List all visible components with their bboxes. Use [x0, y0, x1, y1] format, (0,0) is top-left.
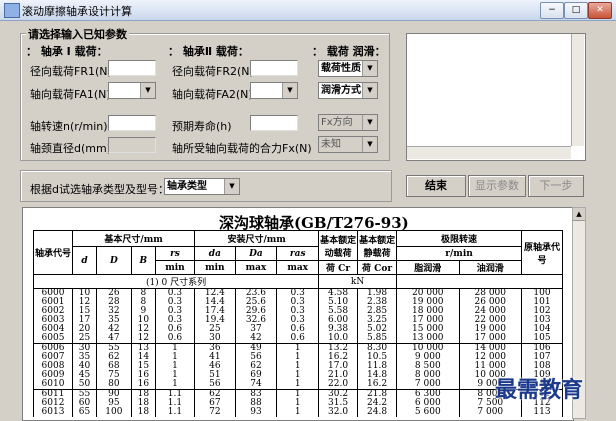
fx-select: 未知 ▼	[318, 136, 378, 153]
col-rs-sub: min	[154, 260, 196, 275]
table-cell: 113	[521, 408, 563, 417]
chevron-down-icon: ▼	[362, 115, 377, 130]
lubrication-value: 润滑方式	[321, 85, 361, 96]
diameter-input	[108, 137, 156, 153]
fr2-input[interactable]	[250, 60, 298, 76]
col-cor: 荷 Cor	[357, 260, 398, 275]
fa1-select[interactable]: ▼	[108, 82, 156, 99]
chevron-down-icon: ▼	[282, 83, 297, 98]
col-code: 轴承代号	[33, 230, 73, 275]
bearing-select-label: 根据d试选轴承类型及型号：	[30, 183, 169, 196]
table-cell: 65	[72, 408, 97, 417]
col-Da-sub: max	[234, 260, 278, 275]
chevron-down-icon: ▼	[362, 137, 377, 152]
minimize-button[interactable]: −	[540, 2, 564, 19]
col-da: da	[194, 246, 236, 261]
load-nature-value: 载荷性质	[321, 63, 361, 74]
col-rpm: r/min	[396, 246, 522, 261]
fr1-label: 径向载荷FR1(N)	[30, 65, 112, 78]
col-limit-speed: 极限转速	[396, 230, 522, 247]
fr2-label: 径向载荷FR2(N)	[172, 65, 254, 78]
fa1-label: 轴向载荷FA1(N)	[30, 88, 111, 101]
horizontal-scrollbar[interactable]	[407, 146, 571, 159]
table-cell: 24.8	[357, 408, 398, 417]
load-lube-header: ： 载荷 润滑：	[312, 45, 386, 58]
col-install-size: 安装尺寸/mm	[194, 230, 320, 247]
table-cell: 72	[194, 408, 236, 417]
fx-direction-select: Fx方向 ▼	[318, 114, 378, 131]
lubrication-select[interactable]: 润滑方式 ▼	[318, 82, 378, 99]
preview-box	[406, 33, 586, 161]
table-cell: 18	[130, 408, 156, 417]
fr1-input[interactable]	[108, 60, 156, 76]
kn-label: kN	[318, 274, 398, 289]
table-cell: 5 600	[396, 408, 460, 417]
table-cell: 32.0	[318, 408, 359, 417]
table-cell: 7 000	[458, 408, 523, 417]
col-grease: 脂润滑	[396, 260, 460, 275]
col-static: 基本额定静载荷	[357, 230, 398, 261]
life-input[interactable]	[250, 115, 298, 131]
bearing1-load-header: ： 轴承 Ⅰ 载荷：	[26, 45, 108, 58]
load-nature-select[interactable]: 载荷性质 ▼	[318, 60, 378, 77]
speed-label: 轴转速n(r/min)	[30, 120, 108, 133]
close-button[interactable]: ✕	[588, 2, 612, 19]
speed-input[interactable]	[108, 115, 156, 131]
bearing-type-select[interactable]: 轴承类型 ▼	[164, 178, 240, 195]
series-label: (1) 0 尺寸系列	[32, 274, 320, 289]
col-da-sub: min	[194, 260, 236, 275]
input-params-title: 请选择输入已知参数	[26, 26, 129, 42]
window-title: 滚动摩擦轴承设计计算	[22, 5, 132, 18]
bearing-table-panel: 深沟球轴承(GB/T276-93) 轴承代号 基本尺寸/mm 安装尺寸/mm 基…	[22, 207, 574, 421]
col-Da: Da	[234, 246, 278, 261]
next-button[interactable]: 下一步	[528, 175, 584, 197]
show-params-button[interactable]: 显示参数	[468, 175, 526, 197]
col-ras-sub: max	[276, 260, 320, 275]
chevron-down-icon: ▼	[224, 179, 239, 194]
series-blank	[396, 274, 563, 289]
table-cell: 6013	[33, 408, 73, 417]
chevron-down-icon: ▼	[140, 83, 155, 98]
col-d: d	[72, 246, 97, 275]
table-cell: 100	[95, 408, 132, 417]
bearing2-load-header: ： 轴承Ⅱ 载荷：	[168, 45, 249, 58]
vertical-scrollbar[interactable]	[571, 34, 584, 146]
col-cr: 荷 Cr	[318, 260, 359, 275]
scroll-up-icon[interactable]: ▲	[573, 208, 585, 221]
table-cell: 1	[276, 408, 320, 417]
fa2-label: 轴向载荷FA2(N)	[172, 88, 253, 101]
col-basic-size: 基本尺寸/mm	[71, 230, 196, 247]
table-cell: 1.1	[154, 408, 196, 417]
resultant-label: 轴所受轴向载荷的合力Fx(N)	[172, 142, 312, 155]
col-D: D	[95, 246, 132, 275]
table-cell: 93	[234, 408, 278, 417]
col-rs: rs	[154, 246, 196, 261]
watermark: 最需教育	[495, 378, 584, 403]
life-label: 预期寿命(h)	[172, 120, 232, 133]
maximize-button[interactable]: □	[564, 2, 588, 19]
chevron-down-icon: ▼	[362, 83, 377, 98]
fa2-select[interactable]: ▼	[250, 82, 298, 99]
col-ras: ras	[276, 246, 320, 261]
title-bar: 滚动摩擦轴承设计计算 − □ ✕	[0, 0, 616, 21]
fx-value: 未知	[321, 139, 341, 150]
finish-button[interactable]: 结束	[406, 175, 466, 197]
col-oil: 油润滑	[458, 260, 523, 275]
fx-direction-value: Fx方向	[321, 117, 353, 128]
chevron-down-icon: ▼	[362, 61, 377, 76]
col-B: B	[130, 246, 156, 275]
col-orig-code: 原轴承代号	[521, 230, 563, 275]
app-icon	[4, 3, 20, 18]
bearing-table: 轴承代号 基本尺寸/mm 安装尺寸/mm 基本额定动载荷 基本额定静载荷 极限转…	[32, 230, 563, 417]
bearing-type-value: 轴承类型	[167, 181, 207, 192]
table-row: 6013 65 100 18 1.1 72 93 1 32.0 24.8 5 600 7 000 113	[33, 408, 563, 417]
table-body: 6000 10 26 8 0.3 12.4 23.6 0.3 4.58 1.98 20 000 28 …	[33, 288, 563, 417]
col-dynamic: 基本额定动载荷	[318, 230, 359, 261]
diameter-label: 轴颈直径d(mm)	[30, 142, 111, 155]
